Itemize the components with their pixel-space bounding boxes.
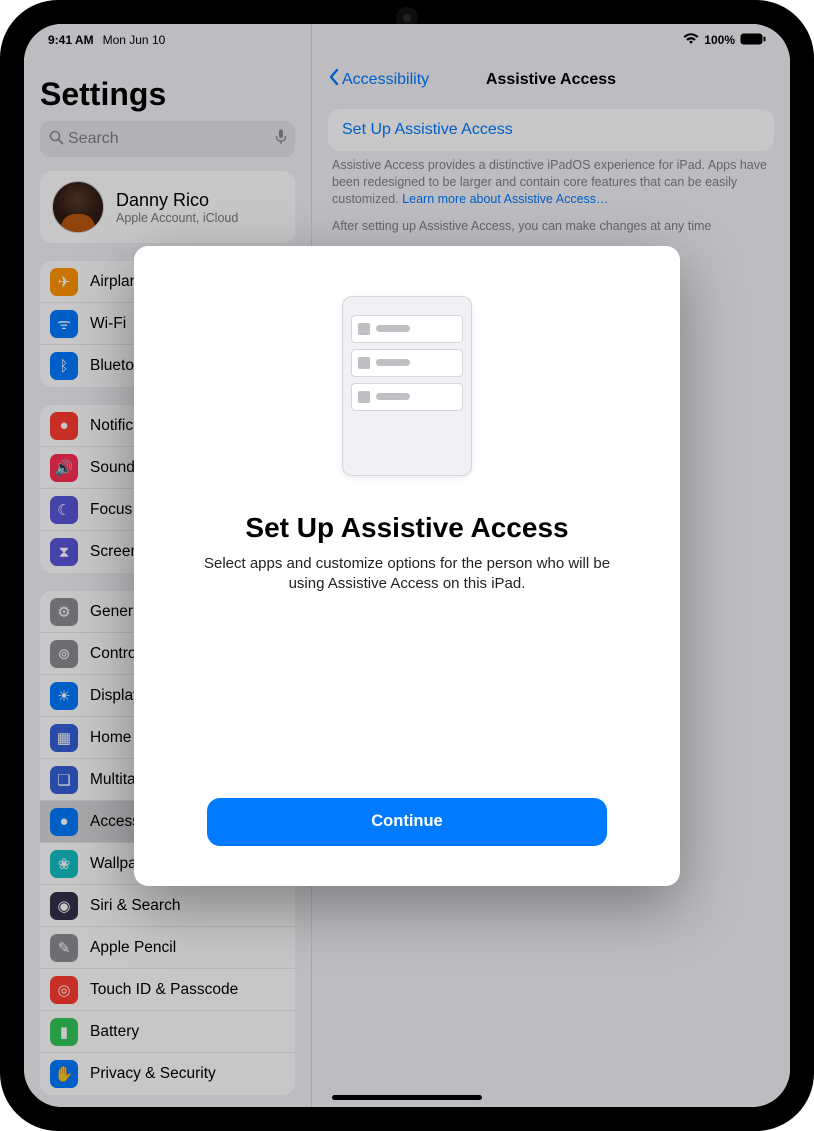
ipad-device-frame: 9:41 AM Mon Jun 10 100% Settings xyxy=(0,0,814,1131)
assistive-access-setup-modal: Set Up Assistive Access Select apps and … xyxy=(134,246,680,886)
modal-title: Set Up Assistive Access xyxy=(245,512,568,544)
continue-button[interactable]: Continue xyxy=(207,798,607,846)
home-indicator[interactable] xyxy=(332,1095,482,1100)
front-camera xyxy=(403,14,411,22)
modal-illustration xyxy=(342,296,472,476)
modal-description: Select apps and customize options for th… xyxy=(197,554,617,595)
screen: 9:41 AM Mon Jun 10 100% Settings xyxy=(24,24,790,1107)
